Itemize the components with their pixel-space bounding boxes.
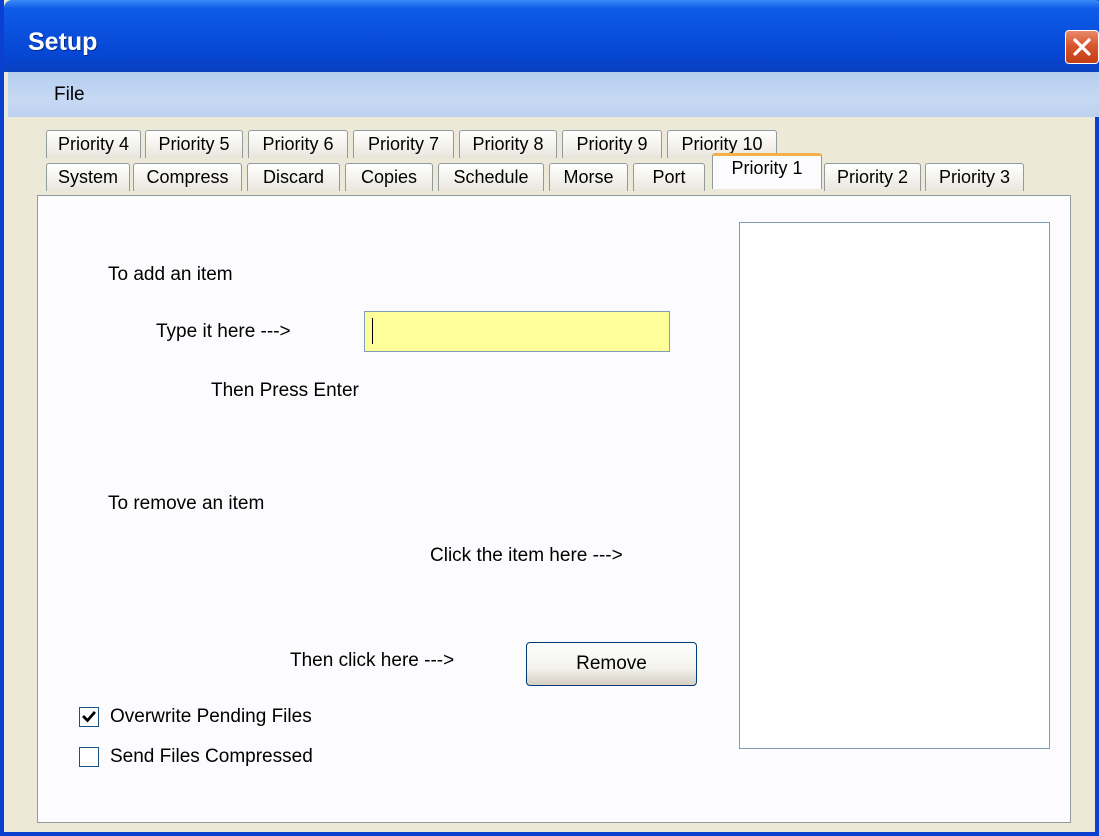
- menu-bar: File: [8, 72, 1099, 117]
- menu-file[interactable]: File: [50, 82, 89, 108]
- press-enter-label: Then Press Enter: [211, 380, 359, 401]
- add-item-input[interactable]: [364, 311, 670, 352]
- then-click-label: Then click here --->: [290, 650, 455, 671]
- add-item-heading: To add an item: [108, 264, 233, 285]
- type-here-label: Type it here --->: [156, 321, 291, 342]
- tab-priority-5[interactable]: Priority 5: [145, 130, 243, 158]
- compressed-checkbox[interactable]: [79, 747, 99, 767]
- tab-priority-3[interactable]: Priority 3: [925, 163, 1024, 191]
- compressed-label[interactable]: Send Files Compressed: [110, 746, 313, 768]
- click-item-label: Click the item here --->: [430, 545, 623, 566]
- priority-items-list[interactable]: [739, 222, 1050, 749]
- text-caret: [372, 318, 373, 344]
- remove-item-heading: To remove an item: [108, 493, 265, 514]
- title-bar[interactable]: Setup: [4, 0, 1099, 72]
- setup-window: Setup File Priority 4 Priority 5 Priorit…: [0, 0, 1099, 836]
- tab-priority-6[interactable]: Priority 6: [248, 130, 348, 158]
- window-title: Setup: [28, 28, 98, 56]
- tab-priority-7[interactable]: Priority 7: [353, 130, 454, 158]
- tab-compress[interactable]: Compress: [133, 163, 242, 191]
- tab-priority-4[interactable]: Priority 4: [46, 130, 141, 158]
- tab-system[interactable]: System: [46, 163, 130, 191]
- tab-port[interactable]: Port: [633, 163, 705, 191]
- tab-copies[interactable]: Copies: [345, 163, 433, 191]
- remove-button[interactable]: Remove: [526, 642, 697, 686]
- overwrite-checkbox[interactable]: [79, 707, 99, 727]
- tab-schedule[interactable]: Schedule: [438, 163, 544, 191]
- close-button[interactable]: [1065, 30, 1099, 64]
- tab-priority-9[interactable]: Priority 9: [562, 130, 662, 158]
- overwrite-label[interactable]: Overwrite Pending Files: [110, 706, 312, 728]
- tab-priority-8[interactable]: Priority 8: [459, 130, 557, 158]
- tab-discard[interactable]: Discard: [247, 163, 340, 191]
- close-icon: [1073, 38, 1091, 56]
- tab-priority-2[interactable]: Priority 2: [824, 163, 921, 191]
- tab-priority-1[interactable]: Priority 1: [712, 153, 822, 189]
- tab-morse[interactable]: Morse: [549, 163, 628, 191]
- checkmark-icon: [82, 711, 96, 723]
